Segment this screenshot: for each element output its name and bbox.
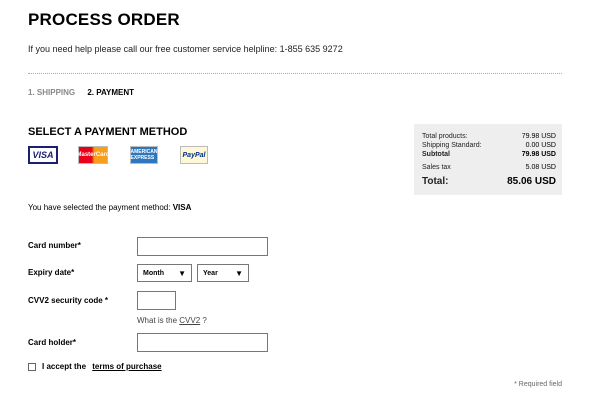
summary-sales-tax: Sales tax 5.08 USD [422, 163, 556, 172]
summary-label: Total products: [422, 133, 468, 140]
accept-terms-text: I accept the terms of purchase [42, 362, 162, 371]
required-field-note: * Required field [514, 381, 562, 388]
card-holder-input[interactable] [137, 333, 268, 352]
accept-terms-checkbox[interactable] [28, 363, 36, 371]
chevron-down-icon: ▼ [235, 268, 243, 278]
cvv-label: CVV2 security code * [28, 296, 109, 305]
summary-value: 0.00 USD [525, 142, 556, 149]
summary-subtotal: Subtotal 79.98 USD [422, 150, 556, 159]
summary-label: Subtotal [422, 151, 450, 158]
cvv-input[interactable] [137, 291, 176, 310]
cvv-hint: What is the CVV2 ? [137, 316, 207, 325]
cvv-help-link[interactable]: CVV2 [179, 316, 200, 325]
expiry-year-value: Year [203, 269, 218, 277]
amex-icon[interactable]: AMERICAN EXPRESS [130, 146, 158, 164]
order-summary: Total products: 79.98 USD Shipping Stand… [414, 124, 562, 195]
cvv-hint-suffix: ? [202, 316, 207, 325]
help-text: If you need help please call our free cu… [28, 44, 343, 54]
mastercard-icon[interactable]: MasterCard [77, 146, 110, 164]
selected-method-text: You have selected the payment method: VI… [28, 203, 191, 212]
summary-label: Sales tax [422, 164, 451, 171]
expiry-month-select[interactable]: Month ▼ [137, 264, 192, 282]
summary-total-label: Total: [422, 176, 449, 187]
expiry-date-label: Expiry date* [28, 268, 75, 277]
selected-method-prefix: You have selected the payment method: [28, 203, 171, 212]
step-payment: 2. PAYMENT [87, 88, 135, 97]
paypal-icon[interactable]: PayPal [180, 146, 208, 164]
chevron-down-icon: ▼ [178, 268, 186, 278]
card-number-label: Card number* [28, 241, 81, 250]
visa-card-icon[interactable]: VISA [28, 146, 58, 164]
summary-value: 79.98 USD [521, 151, 556, 158]
payment-section-title: SELECT A PAYMENT METHOD [28, 126, 188, 138]
expiry-month-value: Month [143, 269, 164, 277]
summary-total-value: 85.06 USD [507, 176, 556, 187]
summary-shipping: Shipping Standard: 0.00 USD [422, 141, 556, 150]
summary-total: Total: 85.06 USD [422, 175, 556, 188]
checkout-steps: 1. SHIPPING 2. PAYMENT [28, 88, 144, 97]
card-number-input[interactable] [137, 237, 268, 256]
accept-terms-label: I accept the [42, 362, 87, 371]
expiry-year-select[interactable]: Year ▼ [197, 264, 249, 282]
summary-total-products: Total products: 79.98 USD [422, 132, 556, 141]
terms-of-purchase-link[interactable]: terms of purchase [92, 362, 161, 371]
step-shipping[interactable]: 1. SHIPPING [28, 88, 75, 97]
summary-value: 79.98 USD [521, 133, 556, 140]
card-holder-label: Card holder* [28, 338, 77, 347]
summary-value: 5.08 USD [525, 164, 556, 171]
divider [28, 73, 562, 74]
selected-method-value: VISA [172, 203, 192, 212]
summary-label: Shipping Standard: [422, 142, 482, 149]
cvv-hint-prefix: What is the [137, 316, 178, 325]
page-title: PROCESS ORDER [28, 10, 180, 29]
